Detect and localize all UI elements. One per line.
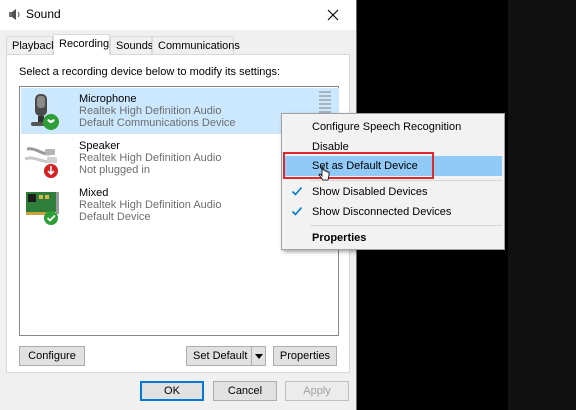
instruction-text: Select a recording device below to modif…: [19, 66, 281, 78]
device-status: Default Communications Device: [79, 117, 236, 129]
microphone-icon: [31, 94, 59, 130]
tab-recording[interactable]: Recording: [53, 34, 110, 55]
menu-item-show-disconnected[interactable]: Show Disconnected Devices: [284, 202, 502, 222]
set-default-label: Set Default: [193, 350, 248, 362]
menu-item-label: Properties: [312, 232, 367, 244]
device-name: Microphone: [79, 93, 137, 105]
sound-card-icon: [26, 192, 59, 225]
title-bar: Sound: [0, 0, 356, 30]
device-driver: Realtek High Definition Audio: [79, 199, 222, 211]
set-default-button[interactable]: Set Default: [186, 346, 266, 366]
menu-item-label: Show Disabled Devices: [312, 186, 428, 198]
cancel-button[interactable]: Cancel: [213, 381, 277, 401]
menu-item-properties[interactable]: Properties: [284, 228, 502, 248]
device-driver: Realtek High Definition Audio: [79, 152, 222, 164]
tab-playback[interactable]: Playback: [6, 36, 57, 54]
checkmark-icon: [291, 186, 303, 196]
menu-divider: [310, 180, 502, 181]
device-status: Default Device: [79, 211, 151, 223]
tab-sounds[interactable]: Sounds: [110, 36, 153, 54]
ok-button[interactable]: OK: [140, 381, 204, 401]
properties-button[interactable]: Properties: [273, 346, 337, 366]
configure-button[interactable]: Configure: [19, 346, 85, 366]
close-icon: [327, 9, 339, 21]
background-strip: [508, 0, 576, 410]
device-name: Mixed: [79, 187, 109, 199]
apply-button[interactable]: Apply: [285, 381, 349, 401]
device-driver: Realtek High Definition Audio: [79, 105, 222, 117]
context-menu: Configure Speech Recognition Disable Set…: [281, 113, 505, 250]
tab-communications[interactable]: Communications: [152, 36, 240, 54]
menu-divider: [310, 225, 502, 226]
highlight-annotation: [283, 152, 434, 179]
device-status: Not plugged in: [79, 164, 150, 176]
menu-item-label: Configure Speech Recognition: [312, 121, 462, 133]
device-name: Speaker: [79, 140, 120, 152]
audio-jack-icon: [24, 147, 58, 178]
checkmark-icon: [291, 206, 303, 216]
speaker-icon: [9, 9, 20, 20]
menu-item-configure-speech[interactable]: Configure Speech Recognition: [284, 117, 502, 137]
chevron-down-icon[interactable]: [251, 347, 265, 365]
close-button[interactable]: [310, 0, 356, 30]
window-title: Sound: [26, 7, 61, 21]
mouse-pointer-icon: [318, 166, 330, 181]
menu-item-label: Show Disconnected Devices: [312, 206, 452, 218]
menu-item-show-disabled[interactable]: Show Disabled Devices: [284, 182, 502, 202]
